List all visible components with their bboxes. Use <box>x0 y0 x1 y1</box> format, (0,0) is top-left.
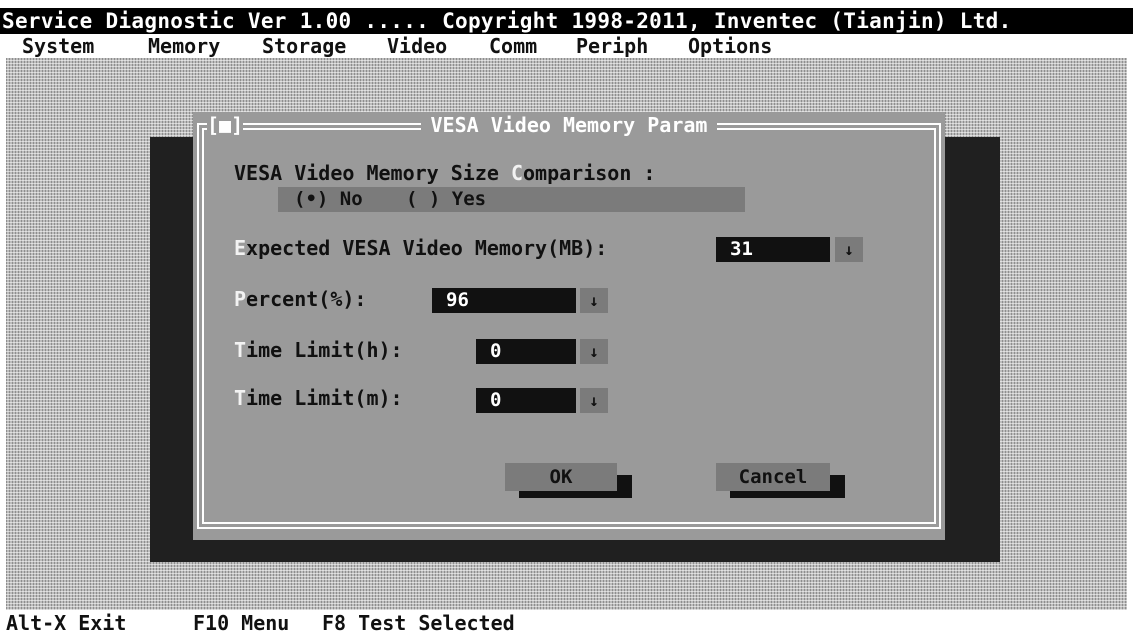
time-limit-m-dropdown-icon[interactable]: ↓ <box>580 388 608 413</box>
menu-comm[interactable]: Comm <box>489 34 537 58</box>
status-bar: Alt-X Exit F10 Menu F8 Test Selected <box>0 610 1133 635</box>
time-limit-m-input[interactable]: 0 <box>476 388 576 413</box>
ok-button[interactable]: OK <box>505 463 617 491</box>
menu-options[interactable]: Options <box>688 34 772 58</box>
dialog-title-text: VESA Video Memory Param <box>420 113 718 137</box>
menu-system[interactable]: System <box>22 34 94 58</box>
time-limit-m-label: Time Limit(m): <box>234 386 403 410</box>
cancel-button[interactable]: Cancel <box>716 463 830 491</box>
menu-video[interactable]: Video <box>387 34 447 58</box>
menu-bar: System Memory Storage Video Comm Periph … <box>0 34 1133 58</box>
time-limit-h-input[interactable]: 0 <box>476 339 576 364</box>
menu-storage[interactable]: Storage <box>262 34 346 58</box>
menu-memory[interactable]: Memory <box>148 34 220 58</box>
status-alt-x-exit[interactable]: Alt-X Exit <box>6 611 126 636</box>
radio-no[interactable]: (•) No <box>294 187 363 212</box>
percent-label: Percent(%): <box>234 287 367 311</box>
dialog-close-button[interactable]: [■] <box>207 112 244 138</box>
expected-memory-label: Expected VESA Video Memory(MB): <box>234 236 608 260</box>
menu-periph[interactable]: Periph <box>576 34 648 58</box>
dialog-title: VESA Video Memory Param <box>193 112 945 138</box>
comparison-label: VESA Video Memory Size Comparison : <box>234 161 656 185</box>
time-limit-h-label: Time Limit(h): <box>234 338 403 362</box>
status-f8-test-selected[interactable]: F8 Test Selected <box>322 611 515 636</box>
percent-dropdown-icon[interactable]: ↓ <box>580 288 608 313</box>
percent-input[interactable]: 96 <box>432 288 576 313</box>
time-limit-h-dropdown-icon[interactable]: ↓ <box>580 339 608 364</box>
comparison-radio-group: (•) No ( ) Yes <box>278 187 745 212</box>
radio-yes[interactable]: ( ) Yes <box>406 187 486 212</box>
expected-memory-dropdown-icon[interactable]: ↓ <box>835 237 863 262</box>
title-bar: Service Diagnostic Ver 1.00 ..... Copyri… <box>0 8 1133 34</box>
expected-memory-input[interactable]: 31 <box>716 237 830 262</box>
status-f10-menu[interactable]: F10 Menu <box>193 611 289 636</box>
